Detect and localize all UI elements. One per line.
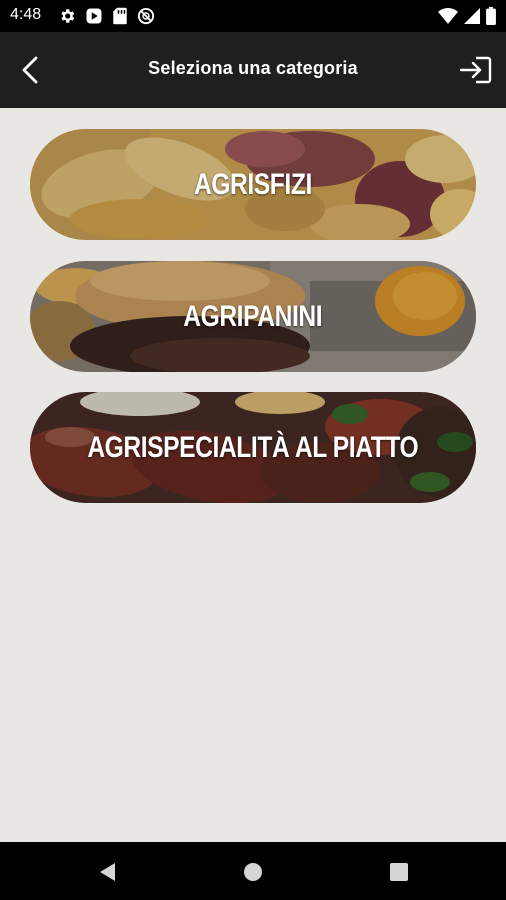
status-icons-right xyxy=(438,7,496,25)
category-label: AGRISFIZI xyxy=(194,167,312,201)
status-bar: 4:48 xyxy=(0,0,506,32)
login-button[interactable] xyxy=(456,52,496,88)
category-label: AGRIPANINI xyxy=(183,299,323,333)
category-card-agrisfizi[interactable]: AGRISFIZI xyxy=(30,129,476,240)
sd-card-icon xyxy=(112,7,128,25)
login-icon xyxy=(459,56,492,84)
wifi-icon xyxy=(438,8,458,24)
app-bar: Seleziona una categoria xyxy=(0,32,506,108)
status-icons-left xyxy=(58,7,155,25)
gear-icon xyxy=(58,7,76,25)
signal-icon xyxy=(464,8,480,24)
battery-icon xyxy=(486,7,496,25)
system-nav-bar xyxy=(0,842,506,900)
home-circle-icon xyxy=(244,863,262,881)
play-icon xyxy=(85,7,103,25)
category-card-agripanini[interactable]: AGRIPANINI xyxy=(30,261,476,372)
category-card-agrispecialita[interactable]: AGRISPECIALITÀ AL PIATTO xyxy=(30,392,476,503)
nav-back-button[interactable] xyxy=(94,859,120,885)
nav-home-button[interactable] xyxy=(240,859,266,885)
status-time: 4:48 xyxy=(10,6,42,23)
back-triangle-icon xyxy=(100,863,115,881)
recents-square-icon xyxy=(390,863,408,881)
category-label: AGRISPECIALITÀ AL PIATTO xyxy=(87,430,419,464)
nav-recents-button[interactable] xyxy=(386,859,412,885)
page-title: Seleziona una categoria xyxy=(148,58,358,78)
no-disturb-icon xyxy=(137,7,155,25)
